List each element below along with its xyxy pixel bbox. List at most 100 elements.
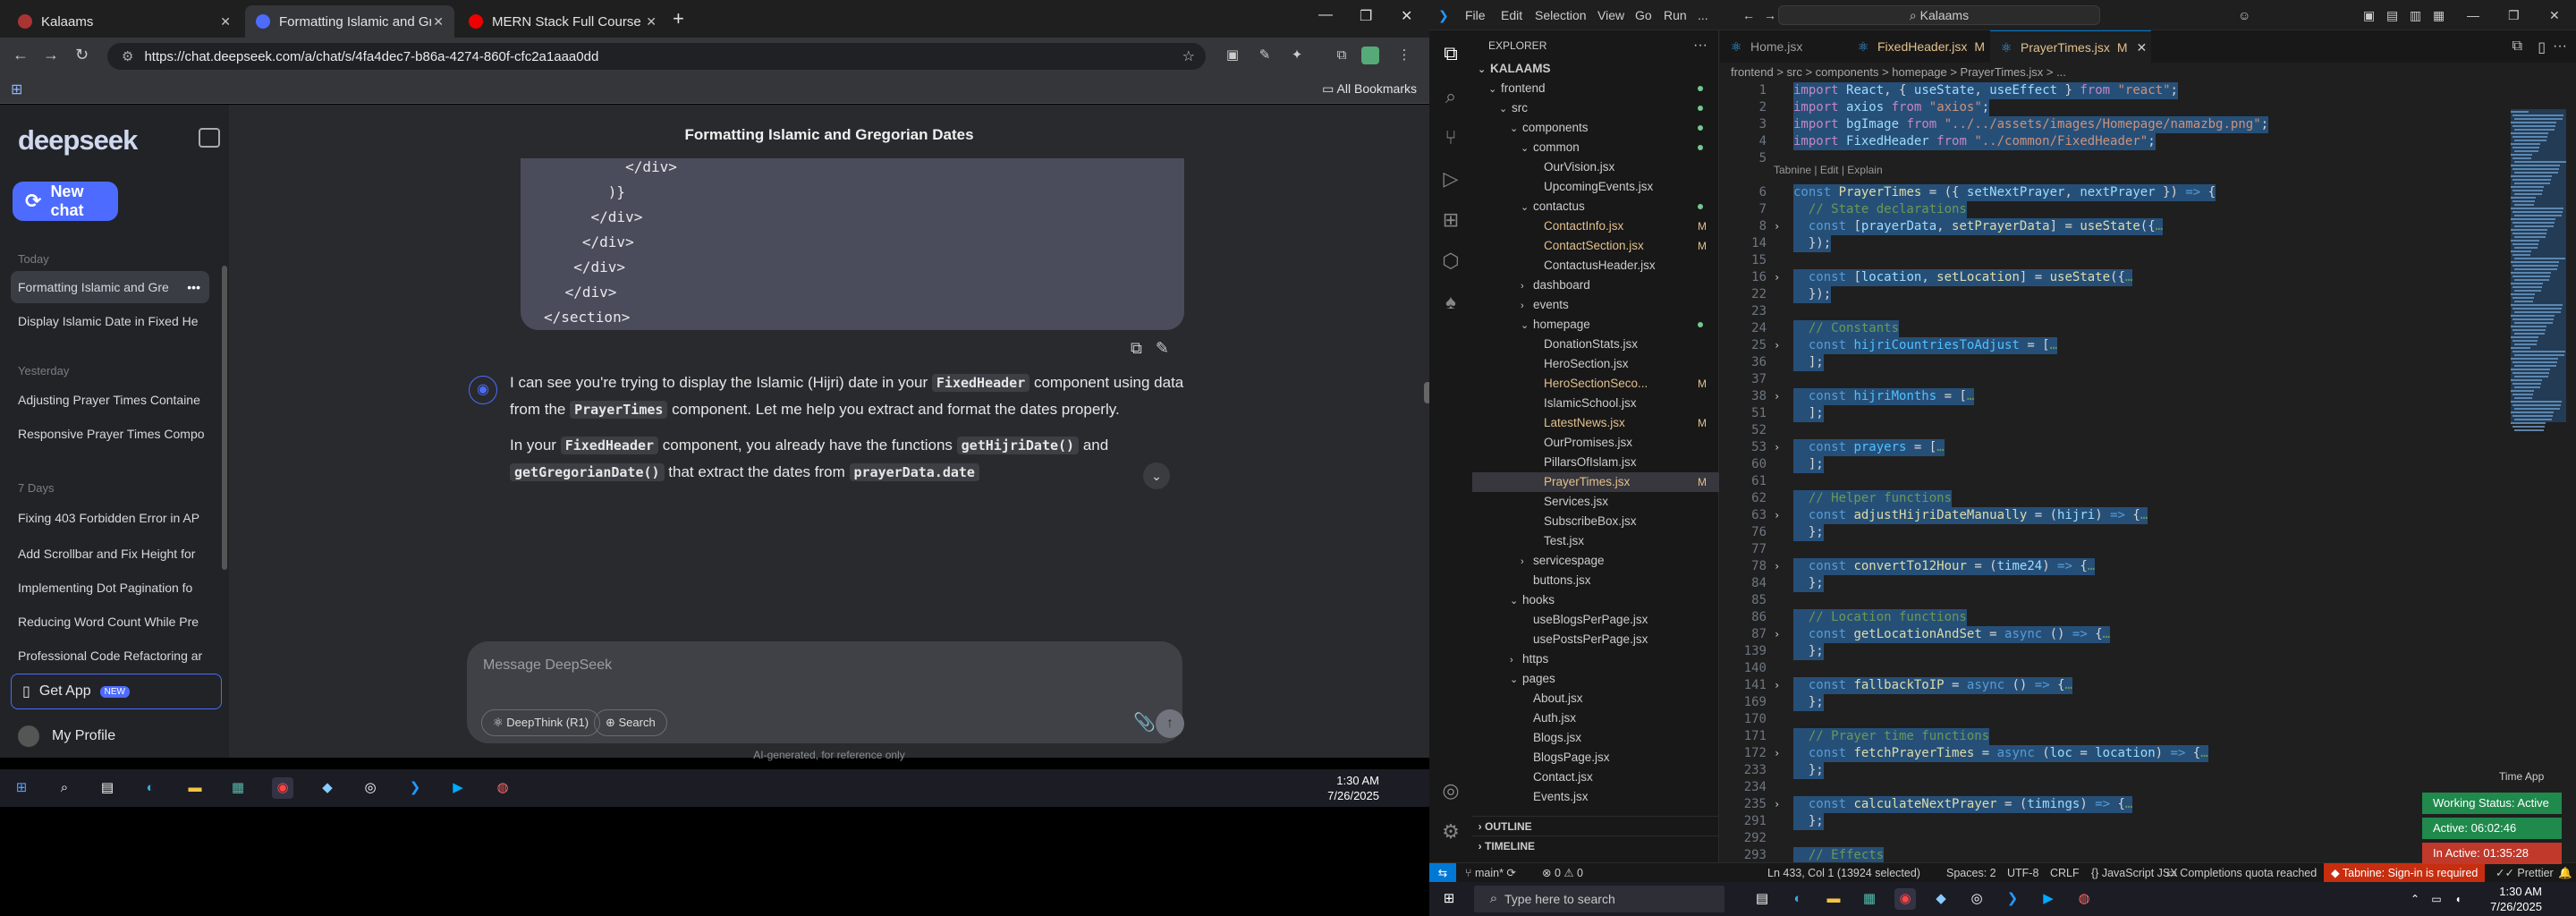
tree-file[interactable]: IslamicSchool.jsx — [1472, 394, 1719, 413]
encoding-status[interactable]: UTF-8 — [2007, 863, 2038, 883]
tree-file[interactable]: UpcomingEvents.jsx — [1472, 177, 1719, 197]
windows-start-icon[interactable]: ⊞ — [1438, 888, 1460, 910]
file-explorer-icon[interactable]: ▬ — [1823, 888, 1844, 910]
menu-go[interactable]: Go — [1635, 8, 1652, 22]
postman-icon[interactable]: ◍ — [492, 777, 513, 799]
minimize-icon[interactable]: — — [1318, 7, 1333, 23]
remote-icon[interactable]: ⇆ — [1429, 863, 1456, 883]
code-line[interactable]: 85 — [1720, 592, 2507, 609]
code-line[interactable]: 86 // Location functions — [1720, 609, 2507, 626]
explorer-icon[interactable]: ⧉ — [1438, 41, 1463, 66]
new-chat-button[interactable]: ⟳ New chat — [13, 182, 118, 221]
code-line[interactable]: 170 — [1720, 711, 2507, 728]
editor-more-icon[interactable]: ··· — [2553, 38, 2567, 55]
windows-start-icon[interactable]: ⊞ — [11, 777, 32, 799]
nav-forward-icon[interactable]: → — [1764, 8, 1776, 22]
code-line[interactable]: 233 }; — [1720, 762, 2507, 779]
fold-chevron-icon[interactable]: › — [1774, 337, 1780, 354]
close-tab-icon[interactable]: ✕ — [2137, 40, 2148, 55]
tree-file[interactable]: OurVision.jsx — [1472, 157, 1719, 177]
code-line[interactable]: 61 — [1720, 473, 2507, 490]
prettier-status[interactable]: ✓✓ Prettier — [2496, 863, 2554, 883]
tree-folder[interactable]: ⌄ src — [1472, 98, 1719, 118]
code-line[interactable]: 53 › const prayers = [… — [1720, 439, 2507, 456]
eol-status[interactable]: CRLF — [2050, 863, 2080, 883]
github-icon[interactable]: ◎ — [360, 777, 381, 799]
code-line[interactable]: 87 › const getLocationAndSet = async () =… — [1720, 626, 2507, 643]
remote-explorer-icon[interactable]: ⬡ — [1438, 249, 1463, 274]
fold-chevron-icon[interactable]: › — [1774, 507, 1780, 524]
tree-folder[interactable]: › servicespage — [1472, 551, 1719, 571]
tabnine-codelens[interactable]: Tabnine | Edit | Explain — [1774, 164, 1883, 176]
browser-tab-deepseek[interactable]: Formatting Islamic and Gregoria ✕ — [245, 5, 454, 38]
site-info-icon[interactable]: ⚙ — [122, 48, 133, 64]
fold-chevron-icon[interactable]: › — [1774, 218, 1780, 235]
chat-history-item[interactable]: Professional Code Refactoring ar — [11, 640, 209, 672]
taskbar-clock[interactable]: 1:30 AM 7/26/2025 — [2490, 884, 2542, 914]
github-icon[interactable]: ◎ — [1966, 888, 1987, 910]
send-button[interactable]: ↑ — [1156, 709, 1184, 738]
fold-chevron-icon[interactable]: › — [1774, 626, 1780, 643]
code-line[interactable]: 38 › const hijriMonths = [… — [1720, 388, 2507, 405]
minimize-icon[interactable]: — — [2467, 8, 2479, 22]
code-line[interactable]: 37 — [1720, 371, 2507, 388]
menu-selection[interactable]: Selection — [1535, 8, 1587, 22]
postman-icon[interactable]: ◍ — [2073, 888, 2095, 910]
tree-folder[interactable]: ⌄ pages — [1472, 669, 1719, 689]
code-line[interactable]: 24 // Constants — [1720, 320, 2507, 337]
code-line[interactable]: 36 ]; — [1720, 354, 2507, 371]
close-icon[interactable]: ✕ — [433, 14, 444, 30]
problems-status[interactable]: ⊗ 0 ⚠ 0 — [1542, 863, 1583, 883]
forward-arrow-icon[interactable]: → — [43, 46, 59, 64]
split-editor-icon[interactable]: ⧉ — [2512, 38, 2522, 55]
tree-file[interactable]: Events.jsx — [1472, 787, 1719, 807]
settings-gear-icon[interactable]: ⚙ — [1438, 819, 1463, 844]
edit-icon[interactable]: ✎ — [1156, 339, 1169, 357]
address-bar[interactable]: ⚙ https://chat.deepseek.com/a/chat/s/4fa… — [107, 43, 1206, 70]
code-line[interactable]: 51 ]; — [1720, 405, 2507, 422]
tree-file[interactable]: PillarsOfIslam.jsx — [1472, 453, 1719, 472]
tree-file[interactable]: Test.jsx — [1472, 531, 1719, 551]
code-line[interactable]: 23 — [1720, 303, 2507, 320]
taskbar-clock[interactable]: 1:30 AM 7/26/2025 — [1327, 773, 1379, 803]
maximize-icon[interactable]: ❐ — [2508, 8, 2520, 23]
code-line[interactable]: 14 }); — [1720, 235, 2507, 252]
code-line[interactable]: 15 — [1720, 252, 2507, 269]
code-line[interactable]: 2 import axios from "axios"; — [1720, 99, 2507, 116]
outline-section[interactable]: › OUTLINE — [1472, 816, 1719, 835]
tree-file[interactable]: ContactInfo.jsx M — [1472, 216, 1719, 236]
code-line[interactable]: 16 › const [location, setLocation] = useS… — [1720, 269, 2507, 286]
tree-folder[interactable]: ⌄ KALAAMS — [1472, 59, 1719, 79]
secondary-sidebar-icon[interactable]: ▦ — [2433, 8, 2445, 23]
code-line[interactable]: 7 // State declarations — [1720, 201, 2507, 218]
tree-file[interactable]: ContactSection.jsx M — [1472, 236, 1719, 256]
code-line[interactable]: 141 › const fallbackToIP = async () => {… — [1720, 677, 2507, 694]
tree-folder[interactable]: ⌄ common — [1472, 138, 1719, 157]
code-line[interactable]: 291 }; — [1720, 813, 2507, 830]
message-composer[interactable]: Message DeepSeek ⚛ DeepThink (R1) ⊕ Sear… — [467, 641, 1184, 743]
task-view-icon[interactable]: ▤ — [1751, 888, 1773, 910]
tree-folder[interactable]: › https — [1472, 649, 1719, 669]
code-line[interactable]: 25 › const hijriCountriesToAdjust = [… — [1720, 337, 2507, 354]
tree-file[interactable]: PrayerTimes.jsx M — [1472, 472, 1719, 492]
file-explorer-icon[interactable]: ▬ — [184, 777, 206, 799]
close-window-icon[interactable]: ✕ — [1401, 7, 1412, 25]
vscode-icon[interactable]: ❯ — [2002, 888, 2023, 910]
indentation-status[interactable]: Spaces: 2 — [1946, 863, 1996, 883]
code-line[interactable]: 4 import FixedHeader from "../common/Fixe… — [1720, 133, 2507, 150]
message-input[interactable]: Message DeepSeek — [483, 657, 612, 674]
close-icon[interactable]: ✕ — [220, 14, 231, 30]
sidebar-scrollbar[interactable] — [222, 266, 227, 570]
menu-view[interactable]: View — [1597, 8, 1624, 22]
code-line[interactable]: 172 › const fetchPrayerTimes = async (loc… — [1720, 745, 2507, 762]
new-tab-plus-icon[interactable]: + — [673, 7, 684, 30]
run-debug-icon[interactable]: ▷ — [1438, 166, 1463, 191]
search-toggle[interactable]: ⊕ Search — [594, 709, 667, 736]
store-icon[interactable]: ▦ — [1859, 888, 1880, 910]
more-options-icon[interactable]: ••• — [187, 271, 200, 303]
command-center[interactable]: ⌕ Kalaams — [1778, 5, 2100, 25]
search-icon[interactable]: ⌕ — [1438, 84, 1463, 109]
fold-chevron-icon[interactable]: › — [1774, 388, 1780, 405]
fold-chevron-icon[interactable]: › — [1774, 439, 1780, 456]
search-icon[interactable]: ⌕ — [54, 777, 75, 799]
